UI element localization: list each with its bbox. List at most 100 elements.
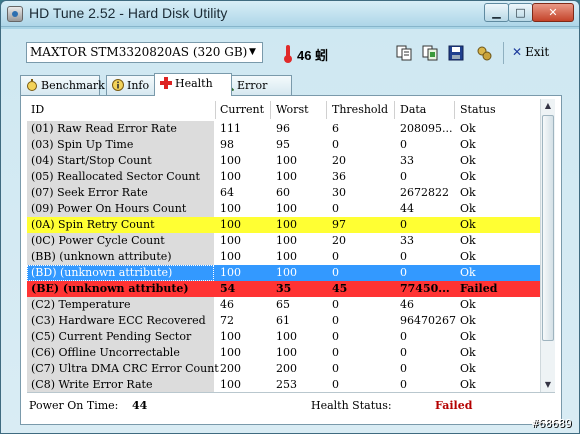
- drive-select[interactable]: MAXTOR STM3320820AS (320 GB) ▼: [26, 42, 263, 63]
- cell-id: (C3) Hardware ECC Recovered: [31, 314, 206, 327]
- cell-threshold: 36: [332, 170, 346, 183]
- table-row[interactable]: (C7) Ultra DMA CRC Error Count 200 200 0 0 Ok: [27, 361, 541, 377]
- cell-status: Ok: [460, 186, 476, 199]
- header-worst[interactable]: Worst: [276, 103, 309, 116]
- app-icon: [7, 6, 23, 22]
- cell-id: (07) Seek Error Rate: [31, 186, 148, 199]
- tab-benchmark[interactable]: Benchmark: [20, 75, 105, 95]
- header-threshold[interactable]: Threshold: [332, 103, 388, 116]
- smart-table[interactable]: ID Current Worst Threshold Data Status (…: [27, 99, 541, 392]
- header-data[interactable]: Data: [400, 103, 426, 116]
- cell-worst: 61: [276, 314, 290, 327]
- table-row[interactable]: (03) Spin Up Time 98 95 0 0 Ok: [27, 137, 541, 153]
- scroll-up-arrow-icon[interactable]: ▲: [541, 99, 555, 113]
- cell-worst: 100: [276, 218, 297, 231]
- close-button[interactable]: ✕: [532, 3, 574, 22]
- table-row[interactable]: (0C) Power Cycle Count 100 100 20 33 Ok: [27, 233, 541, 249]
- scrollbar-thumb[interactable]: [542, 115, 554, 341]
- cell-id: (C5) Current Pending Sector: [31, 330, 192, 343]
- scroll-down-arrow-icon[interactable]: ▼: [541, 378, 555, 392]
- cell-threshold: 20: [332, 154, 346, 167]
- table-scrollbar[interactable]: ▲ ▼: [540, 99, 555, 392]
- cell-worst: 100: [276, 330, 297, 343]
- temperature-readout: 46 蚓: [297, 48, 329, 63]
- cell-id: (C8) Write Error Rate: [31, 378, 153, 391]
- cell-status: Ok: [460, 314, 476, 327]
- table-row[interactable]: (C5) Current Pending Sector 100 100 0 0 Ok: [27, 329, 541, 345]
- cell-status: Ok: [460, 330, 476, 343]
- tab-health[interactable]: Health: [154, 73, 232, 96]
- tab-label: Benchmark: [41, 79, 105, 92]
- cell-status: Ok: [460, 234, 476, 247]
- cell-current: 46: [220, 298, 234, 311]
- cell-data: 33: [400, 154, 414, 167]
- cell-data: 44: [400, 202, 414, 215]
- cell-worst: 100: [276, 266, 297, 279]
- watermark-text: #68689: [532, 417, 572, 430]
- cell-data: 0: [400, 330, 407, 343]
- cell-worst: 200: [276, 362, 297, 375]
- table-row[interactable]: (C6) Offline Uncorrectable 100 100 0 0 Ok: [27, 345, 541, 361]
- cell-threshold: 0: [332, 314, 339, 327]
- cell-data: 0: [400, 250, 407, 263]
- header-id[interactable]: ID: [31, 103, 44, 116]
- table-row[interactable]: (BE) (unknown attribute) 54 35 45 77450... Fa…: [27, 281, 541, 297]
- power-on-time-value: 44: [132, 399, 148, 412]
- cell-worst: 100: [276, 346, 297, 359]
- cell-status: Ok: [460, 122, 476, 135]
- cell-id: (BD) (unknown attribute): [31, 266, 173, 279]
- cell-id: (BE) (unknown attribute): [31, 282, 189, 295]
- copy-image-icon[interactable]: [422, 45, 438, 61]
- cell-threshold: 0: [332, 138, 339, 151]
- chevron-down-icon[interactable]: ▼: [245, 45, 260, 60]
- cell-current: 100: [220, 234, 241, 247]
- save-icon[interactable]: [448, 45, 464, 61]
- cell-current: 111: [220, 122, 241, 135]
- tab-label: Health: [175, 77, 213, 90]
- header-current[interactable]: Current: [220, 103, 264, 116]
- table-row[interactable]: (0A) Spin Retry Count 100 100 97 0 Ok: [27, 217, 541, 233]
- cell-status: Ok: [460, 218, 476, 231]
- cell-status: Ok: [460, 154, 476, 167]
- window-title: HD Tune 2.52 - Hard Disk Utility: [29, 5, 228, 21]
- cell-status: Ok: [460, 346, 476, 359]
- cell-worst: 253: [276, 378, 297, 391]
- table-row[interactable]: (C3) Hardware ECC Recovered 72 61 0 96470267…: [27, 313, 541, 329]
- cell-current: 100: [220, 218, 241, 231]
- table-row[interactable]: (BD) (unknown attribute) 100 100 0 0 Ok: [27, 265, 541, 281]
- cell-id: (09) Power On Hours Count: [31, 202, 187, 215]
- cell-id: (C6) Offline Uncorrectable: [31, 346, 180, 359]
- cell-current: 200: [220, 362, 241, 375]
- cell-worst: 96: [276, 122, 290, 135]
- table-row[interactable]: (07) Seek Error Rate 64 60 30 2672822 Ok: [27, 185, 541, 201]
- minimize-button[interactable]: ▁: [484, 3, 509, 22]
- title-bar[interactable]: HD Tune 2.52 - Hard Disk Utility ▁ □ ✕: [1, 1, 579, 27]
- maximize-button[interactable]: □: [508, 3, 533, 22]
- table-row[interactable]: (BB) (unknown attribute) 100 100 0 0 Ok: [27, 249, 541, 265]
- table-row[interactable]: (C2) Temperature 46 65 0 46 Ok: [27, 297, 541, 313]
- thermometer-icon: [284, 45, 292, 63]
- copy-text-icon[interactable]: [396, 45, 412, 61]
- table-row[interactable]: (C8) Write Error Rate 100 253 0 0 Ok: [27, 377, 541, 392]
- cell-current: 98: [220, 138, 234, 151]
- table-row[interactable]: (09) Power On Hours Count 100 100 0 44 Ok: [27, 201, 541, 217]
- status-divider: [27, 392, 555, 393]
- options-icon[interactable]: [476, 45, 492, 61]
- table-row[interactable]: (04) Start/Stop Count 100 100 20 33 Ok: [27, 153, 541, 169]
- table-row[interactable]: (05) Reallocated Sector Count 100 100 36 0 Ok: [27, 169, 541, 185]
- cell-id: (C2) Temperature: [31, 298, 131, 311]
- cell-worst: 100: [276, 202, 297, 215]
- table-row[interactable]: (01) Raw Read Error Rate 111 96 6 208095... O…: [27, 121, 541, 137]
- exit-button[interactable]: ✕ Exit: [512, 45, 549, 59]
- cell-current: 100: [220, 346, 241, 359]
- cell-id: (01) Raw Read Error Rate: [31, 122, 177, 135]
- cell-status: Ok: [460, 138, 476, 151]
- cell-id: (C7) Ultra DMA CRC Error Count: [31, 362, 219, 375]
- cell-current: 100: [220, 330, 241, 343]
- cell-data: 2672822: [400, 186, 449, 199]
- cell-worst: 100: [276, 250, 297, 263]
- cell-threshold: 0: [332, 202, 339, 215]
- cell-worst: 100: [276, 170, 297, 183]
- cell-data: 0: [400, 362, 407, 375]
- header-status[interactable]: Status: [460, 103, 496, 116]
